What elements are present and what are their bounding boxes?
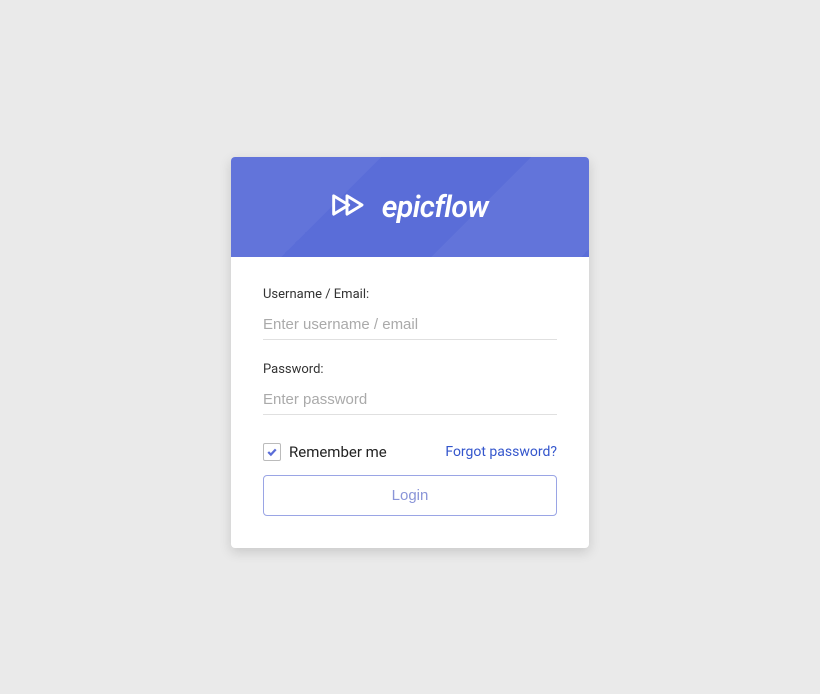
remember-label: Remember me xyxy=(289,443,387,461)
brand-name: epicflow xyxy=(382,190,489,225)
remember-me-group: Remember me xyxy=(263,443,387,461)
forgot-password-link[interactable]: Forgot password? xyxy=(445,444,557,460)
password-field-group: Password: xyxy=(263,362,557,415)
username-input[interactable] xyxy=(263,310,557,340)
login-form: Username / Email: Password: Remember me … xyxy=(231,257,589,548)
username-field-group: Username / Email: xyxy=(263,287,557,340)
check-icon xyxy=(266,446,278,458)
login-card: epicflow Username / Email: Password: Rem… xyxy=(231,157,589,548)
username-label: Username / Email: xyxy=(263,287,557,302)
forward-icon xyxy=(332,190,372,224)
login-button[interactable]: Login xyxy=(263,475,557,516)
form-options-row: Remember me Forgot password? xyxy=(263,443,557,461)
remember-checkbox[interactable] xyxy=(263,443,281,461)
brand-logo: epicflow xyxy=(332,190,489,225)
password-input[interactable] xyxy=(263,385,557,415)
password-label: Password: xyxy=(263,362,557,377)
card-header: epicflow xyxy=(231,157,589,257)
